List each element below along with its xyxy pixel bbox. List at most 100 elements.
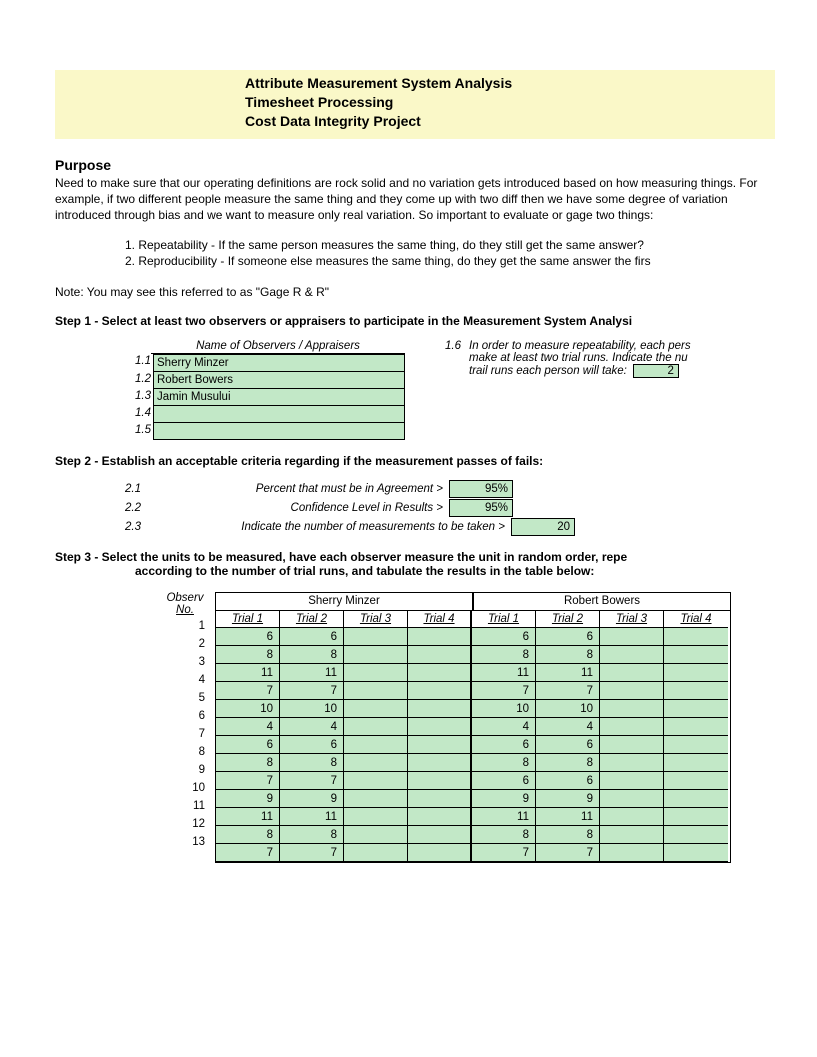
results-data-cell[interactable]: 6	[472, 628, 536, 646]
results-data-cell[interactable]: 6	[536, 772, 600, 790]
results-data-cell[interactable]: 4	[536, 718, 600, 736]
results-data-cell[interactable]: 8	[472, 826, 536, 844]
results-data-cell[interactable]: 6	[280, 736, 344, 754]
results-data-cell[interactable]: 6	[472, 736, 536, 754]
results-data-cell[interactable]: 8	[216, 754, 280, 772]
results-data-cell[interactable]: 8	[280, 646, 344, 664]
results-data-cell[interactable]: 10	[472, 700, 536, 718]
results-data-cell[interactable]: 7	[216, 682, 280, 700]
results-data-cell[interactable]	[600, 844, 664, 862]
results-data-cell[interactable]	[600, 790, 664, 808]
results-data-cell[interactable]: 11	[472, 808, 536, 826]
results-data-cell[interactable]: 9	[536, 790, 600, 808]
results-data-cell[interactable]	[408, 772, 472, 790]
results-data-cell[interactable]: 10	[280, 700, 344, 718]
results-data-cell[interactable]: 7	[280, 682, 344, 700]
results-data-cell[interactable]: 8	[280, 754, 344, 772]
results-data-cell[interactable]	[408, 682, 472, 700]
results-data-cell[interactable]	[408, 664, 472, 682]
results-data-cell[interactable]	[664, 844, 728, 862]
results-data-cell[interactable]	[408, 790, 472, 808]
results-data-cell[interactable]: 8	[536, 646, 600, 664]
results-data-cell[interactable]	[600, 736, 664, 754]
results-data-cell[interactable]: 11	[280, 664, 344, 682]
results-data-cell[interactable]: 9	[280, 790, 344, 808]
results-data-cell[interactable]: 6	[536, 736, 600, 754]
results-data-cell[interactable]: 7	[216, 844, 280, 862]
results-data-cell[interactable]	[664, 736, 728, 754]
results-data-cell[interactable]: 7	[280, 772, 344, 790]
results-data-cell[interactable]: 6	[216, 628, 280, 646]
results-data-cell[interactable]	[408, 736, 472, 754]
results-data-cell[interactable]: 7	[472, 682, 536, 700]
results-data-cell[interactable]: 11	[216, 808, 280, 826]
results-data-cell[interactable]: 10	[536, 700, 600, 718]
observer-name-input[interactable]: Robert Bowers	[153, 372, 405, 389]
results-data-cell[interactable]: 4	[216, 718, 280, 736]
results-data-cell[interactable]	[600, 808, 664, 826]
results-data-cell[interactable]	[408, 718, 472, 736]
results-data-cell[interactable]	[408, 646, 472, 664]
results-data-cell[interactable]: 11	[280, 808, 344, 826]
results-data-cell[interactable]: 9	[472, 790, 536, 808]
results-data-cell[interactable]	[344, 718, 408, 736]
crit-val-measurements[interactable]: 20	[511, 518, 575, 536]
results-data-cell[interactable]: 8	[280, 826, 344, 844]
results-data-cell[interactable]	[600, 682, 664, 700]
results-data-cell[interactable]	[600, 772, 664, 790]
results-data-cell[interactable]	[344, 646, 408, 664]
results-data-cell[interactable]: 11	[472, 664, 536, 682]
results-data-cell[interactable]: 8	[216, 826, 280, 844]
results-data-cell[interactable]	[408, 844, 472, 862]
results-data-cell[interactable]: 8	[216, 646, 280, 664]
observer-name-input[interactable]: Jamin Musului	[153, 389, 405, 406]
crit-val-confidence[interactable]: 95%	[449, 499, 513, 517]
results-data-cell[interactable]	[600, 754, 664, 772]
crit-val-agreement[interactable]: 95%	[449, 480, 513, 498]
results-data-cell[interactable]	[664, 646, 728, 664]
observer-name-input[interactable]	[153, 406, 405, 423]
results-data-cell[interactable]	[664, 700, 728, 718]
results-data-cell[interactable]	[600, 646, 664, 664]
results-data-cell[interactable]	[664, 682, 728, 700]
results-data-cell[interactable]: 8	[536, 754, 600, 772]
results-data-cell[interactable]	[344, 628, 408, 646]
results-data-cell[interactable]: 4	[280, 718, 344, 736]
results-data-cell[interactable]	[664, 754, 728, 772]
results-data-cell[interactable]: 7	[472, 844, 536, 862]
results-data-cell[interactable]: 8	[472, 646, 536, 664]
results-data-cell[interactable]	[344, 808, 408, 826]
results-data-cell[interactable]: 8	[536, 826, 600, 844]
results-data-cell[interactable]	[664, 718, 728, 736]
results-data-cell[interactable]: 6	[472, 772, 536, 790]
trial-runs-input[interactable]: 2	[633, 364, 679, 378]
results-data-cell[interactable]	[600, 628, 664, 646]
results-data-cell[interactable]	[600, 718, 664, 736]
results-data-cell[interactable]: 7	[280, 844, 344, 862]
results-data-cell[interactable]	[600, 664, 664, 682]
results-data-cell[interactable]	[408, 628, 472, 646]
results-data-cell[interactable]: 7	[216, 772, 280, 790]
results-data-cell[interactable]	[408, 826, 472, 844]
results-data-cell[interactable]	[344, 844, 408, 862]
results-data-cell[interactable]	[344, 772, 408, 790]
results-data-cell[interactable]: 6	[216, 736, 280, 754]
results-data-cell[interactable]	[664, 790, 728, 808]
results-data-cell[interactable]: 7	[536, 844, 600, 862]
results-data-cell[interactable]	[408, 700, 472, 718]
results-data-cell[interactable]	[600, 826, 664, 844]
results-data-cell[interactable]	[664, 808, 728, 826]
results-data-cell[interactable]: 6	[536, 628, 600, 646]
results-data-cell[interactable]: 4	[472, 718, 536, 736]
results-data-cell[interactable]	[664, 664, 728, 682]
results-data-cell[interactable]	[600, 700, 664, 718]
observer-name-input[interactable]: Sherry Minzer	[153, 354, 405, 372]
results-data-cell[interactable]: 9	[216, 790, 280, 808]
results-data-cell[interactable]	[344, 826, 408, 844]
results-data-cell[interactable]: 11	[216, 664, 280, 682]
results-data-cell[interactable]	[664, 628, 728, 646]
results-data-cell[interactable]	[344, 790, 408, 808]
results-data-cell[interactable]: 7	[536, 682, 600, 700]
results-data-cell[interactable]	[344, 736, 408, 754]
results-data-cell[interactable]	[344, 664, 408, 682]
